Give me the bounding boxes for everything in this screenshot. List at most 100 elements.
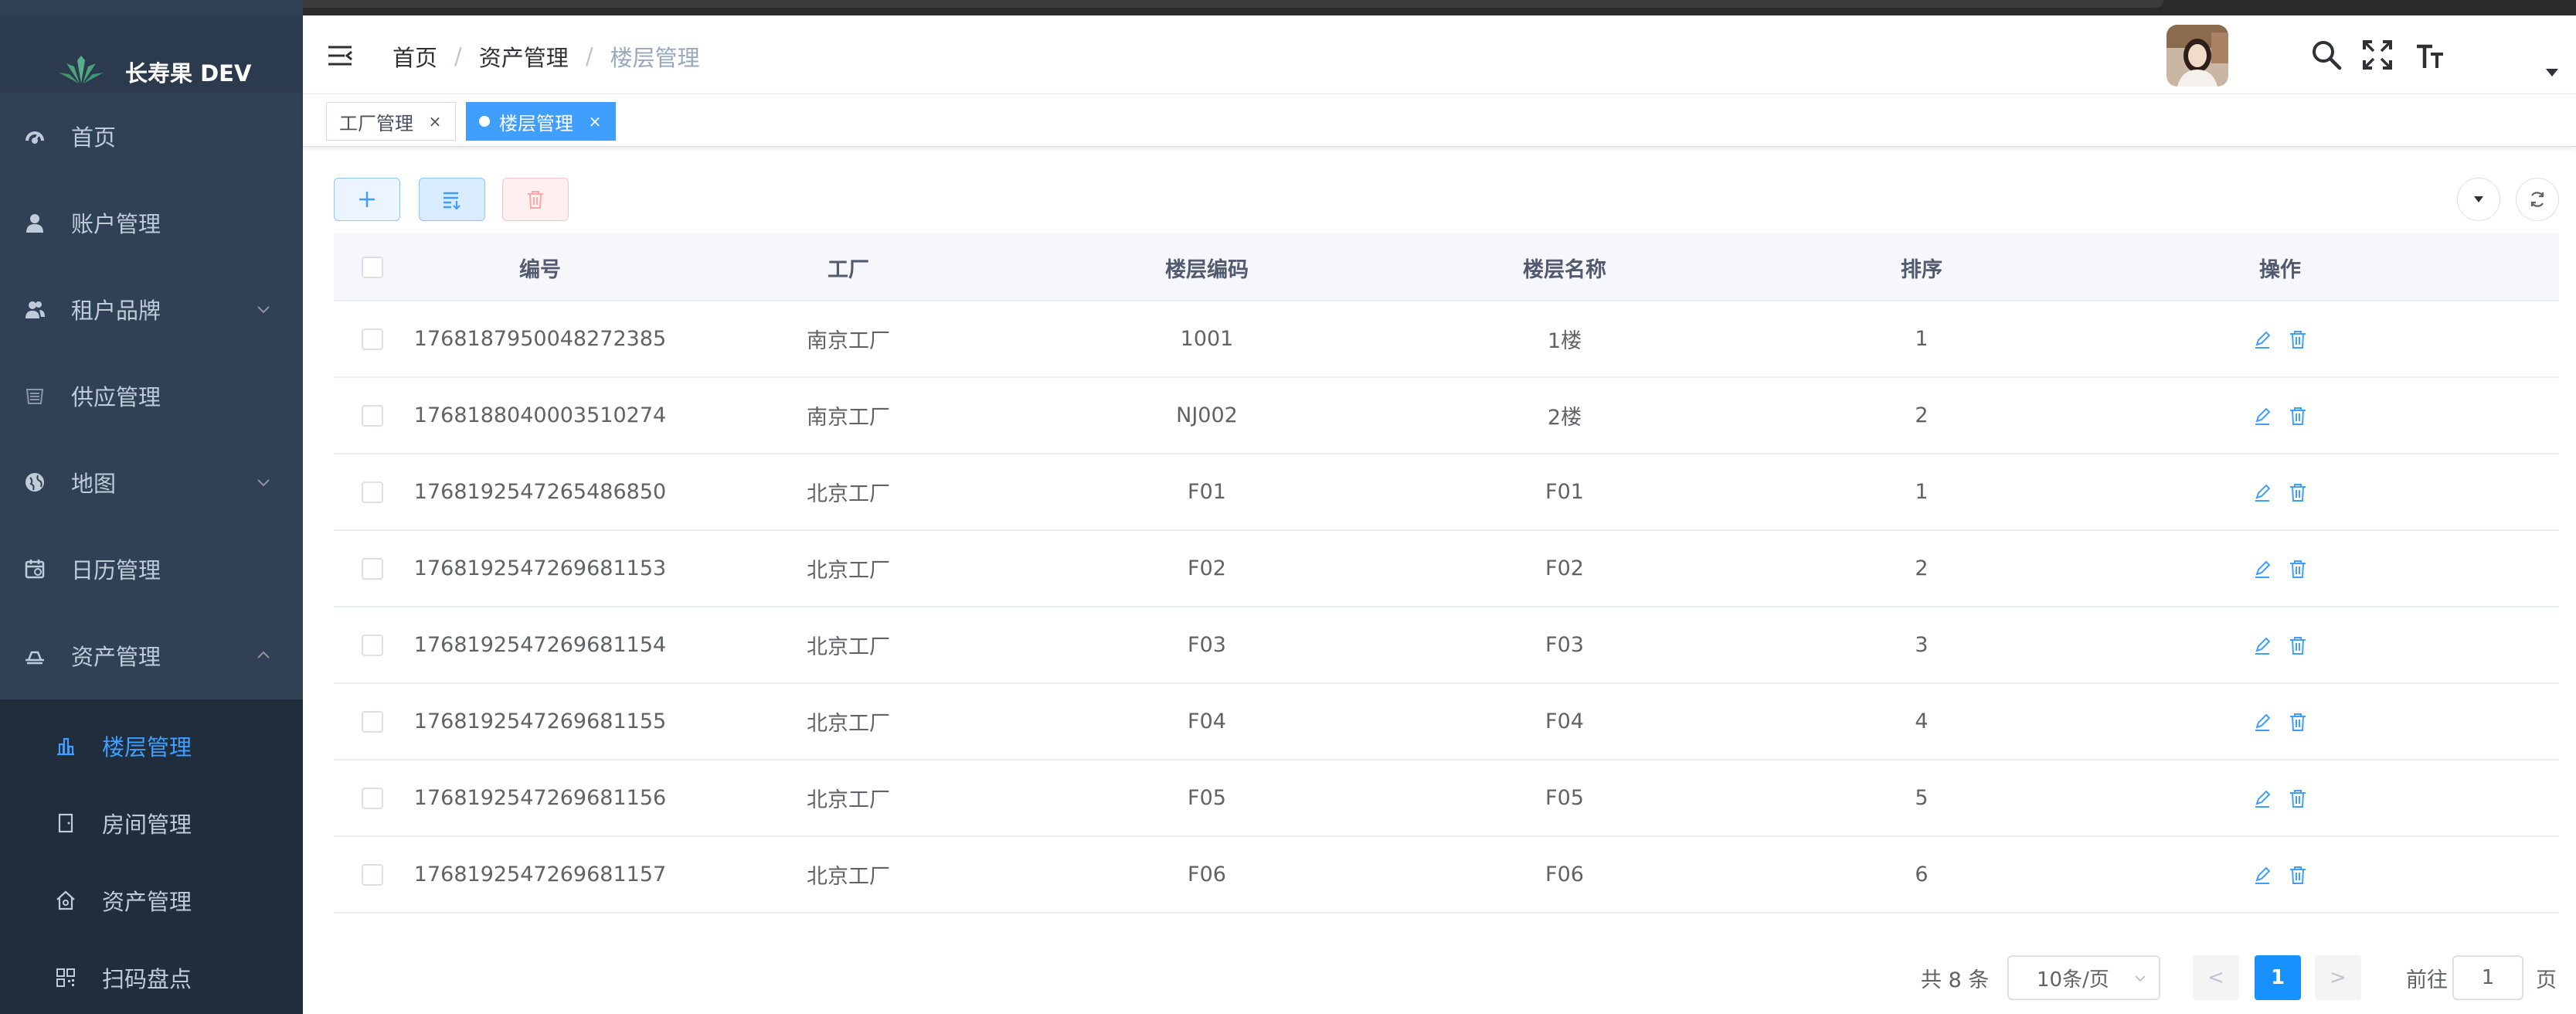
row-checkbox[interactable] bbox=[362, 328, 383, 350]
sidebar-subitem-label: 扫码盘点 bbox=[102, 966, 192, 992]
font-size-icon[interactable] bbox=[2414, 39, 2446, 71]
hamburger-icon[interactable] bbox=[326, 42, 354, 70]
delete-icon[interactable] bbox=[2288, 635, 2308, 655]
cell-floor-name: F05 bbox=[1545, 786, 1584, 810]
cell-sort: 4 bbox=[1915, 709, 1929, 733]
house-icon bbox=[54, 889, 77, 912]
row-checkbox[interactable] bbox=[362, 863, 383, 886]
select-all-checkbox[interactable] bbox=[362, 257, 383, 278]
caret-down-icon[interactable] bbox=[2545, 68, 2559, 77]
cell-sort: 1 bbox=[1915, 327, 1929, 351]
cell-floor-code: 1001 bbox=[1180, 327, 1234, 351]
tag-label: 楼层管理 bbox=[499, 112, 573, 134]
close-icon[interactable]: × bbox=[427, 112, 443, 131]
breadcrumb: 首页 / 资产管理 / 楼层管理 bbox=[393, 40, 700, 73]
building-icon bbox=[54, 734, 77, 757]
goto-page-input[interactable] bbox=[2452, 955, 2523, 1000]
breadcrumb-home[interactable]: 首页 bbox=[393, 40, 437, 73]
delete-button[interactable] bbox=[502, 178, 569, 221]
cell-factory: 北京工厂 bbox=[807, 712, 890, 736]
expand-collapse-button[interactable] bbox=[419, 178, 485, 221]
row-checkbox[interactable] bbox=[362, 481, 383, 503]
sidebar-subitem-asset[interactable]: 资产管理 bbox=[0, 862, 303, 939]
delete-icon[interactable] bbox=[2288, 788, 2308, 808]
edit-icon[interactable] bbox=[2252, 635, 2272, 655]
table-row: 1768192547269681156 北京工厂 F05 F05 5 bbox=[334, 760, 2559, 837]
row-checkbox[interactable] bbox=[362, 404, 383, 427]
edit-icon[interactable] bbox=[2252, 865, 2272, 885]
delete-icon[interactable] bbox=[2288, 406, 2308, 426]
row-checkbox[interactable] bbox=[362, 787, 383, 809]
tag-floor[interactable]: 楼层管理 × bbox=[466, 102, 616, 141]
cell-actions bbox=[2100, 684, 2460, 759]
refresh-button[interactable] bbox=[2516, 178, 2559, 221]
cell-factory: 北京工厂 bbox=[807, 865, 890, 889]
cell-select bbox=[334, 531, 411, 606]
edit-icon[interactable] bbox=[2252, 712, 2272, 732]
sidebar-item-label: 日历管理 bbox=[71, 557, 161, 584]
logo-bar[interactable]: 长寿果 DEV bbox=[0, 15, 303, 93]
asset-submenu: 楼层管理 房间管理 资产管理 扫码盘点 bbox=[0, 699, 303, 1014]
edit-icon[interactable] bbox=[2252, 559, 2272, 579]
tag-factory[interactable]: 工厂管理 × bbox=[326, 102, 456, 141]
chevron-down-icon bbox=[257, 479, 270, 487]
sidebar-item-label: 供应管理 bbox=[71, 384, 161, 410]
sidebar-item-map[interactable]: 地图 bbox=[0, 439, 303, 526]
delete-icon[interactable] bbox=[2288, 482, 2308, 502]
row-checkbox[interactable] bbox=[362, 634, 383, 656]
sidebar-item-label: 地图 bbox=[71, 471, 117, 497]
sidebar-item-supply[interactable]: 供应管理 bbox=[0, 352, 303, 439]
search-icon[interactable] bbox=[2310, 39, 2343, 71]
chevron-down-icon bbox=[257, 306, 270, 314]
sidebar-item-tenant[interactable]: 租户品牌 bbox=[0, 266, 303, 352]
breadcrumb-separator: / bbox=[585, 43, 593, 70]
page-size-select[interactable]: 10条/页 bbox=[2007, 955, 2160, 1000]
logo-icon bbox=[59, 56, 104, 83]
caret-down-icon bbox=[2474, 196, 2483, 202]
prev-page-button[interactable]: < bbox=[2193, 955, 2239, 1000]
sidebar-item-home[interactable]: 首页 bbox=[0, 93, 303, 179]
sidebar-subitem-label: 资产管理 bbox=[102, 889, 192, 915]
next-page-button[interactable]: > bbox=[2315, 955, 2361, 1000]
asset-icon bbox=[23, 644, 46, 667]
peoples-icon bbox=[23, 298, 46, 321]
sidebar: 长寿果 DEV 首页 账户管理 租户品牌 供应管理 地图 日历管理 资产管理 楼… bbox=[0, 0, 303, 1014]
cell-sort: 1 bbox=[1915, 480, 1929, 504]
breadcrumb-current: 楼层管理 bbox=[610, 45, 700, 71]
cell-sort: 6 bbox=[1915, 863, 1929, 886]
close-icon[interactable]: × bbox=[587, 112, 603, 131]
cell-actions bbox=[2100, 607, 2460, 682]
fullscreen-icon[interactable] bbox=[2361, 39, 2394, 71]
app-title: 长寿果 DEV bbox=[125, 60, 252, 87]
add-button[interactable] bbox=[334, 178, 400, 221]
cell-select bbox=[334, 760, 411, 835]
user-icon bbox=[23, 211, 46, 234]
sidebar-subitem-room[interactable]: 房间管理 bbox=[0, 784, 303, 862]
delete-icon[interactable] bbox=[2288, 559, 2308, 579]
cell-select bbox=[334, 607, 411, 682]
breadcrumb-asset[interactable]: 资产管理 bbox=[479, 40, 569, 73]
sidebar-item-calendar[interactable]: 日历管理 bbox=[0, 526, 303, 612]
page-number-current[interactable]: 1 bbox=[2255, 955, 2301, 1000]
refresh-icon bbox=[2530, 192, 2544, 207]
edit-icon[interactable] bbox=[2252, 406, 2272, 426]
cell-actions bbox=[2100, 301, 2460, 376]
cell-floor-code: F06 bbox=[1188, 863, 1226, 886]
toggle-search-button[interactable] bbox=[2457, 178, 2500, 221]
avatar[interactable] bbox=[2166, 25, 2228, 87]
sidebar-subitem-scan[interactable]: 扫码盘点 bbox=[0, 939, 303, 1014]
cell-floor-code: F04 bbox=[1188, 709, 1226, 733]
sidebar-item-account[interactable]: 账户管理 bbox=[0, 179, 303, 266]
sidebar-subitem-floor[interactable]: 楼层管理 bbox=[0, 707, 303, 784]
edit-icon[interactable] bbox=[2252, 329, 2272, 349]
delete-icon[interactable] bbox=[2288, 712, 2308, 732]
delete-icon[interactable] bbox=[2288, 865, 2308, 885]
row-checkbox[interactable] bbox=[362, 710, 383, 733]
delete-icon[interactable] bbox=[2288, 329, 2308, 349]
globe-icon bbox=[23, 471, 46, 494]
edit-icon[interactable] bbox=[2252, 788, 2272, 808]
row-checkbox[interactable] bbox=[362, 557, 383, 580]
sidebar-item-asset[interactable]: 资产管理 bbox=[0, 612, 303, 699]
edit-icon[interactable] bbox=[2252, 482, 2272, 502]
cell-floor-code: F02 bbox=[1188, 556, 1226, 580]
